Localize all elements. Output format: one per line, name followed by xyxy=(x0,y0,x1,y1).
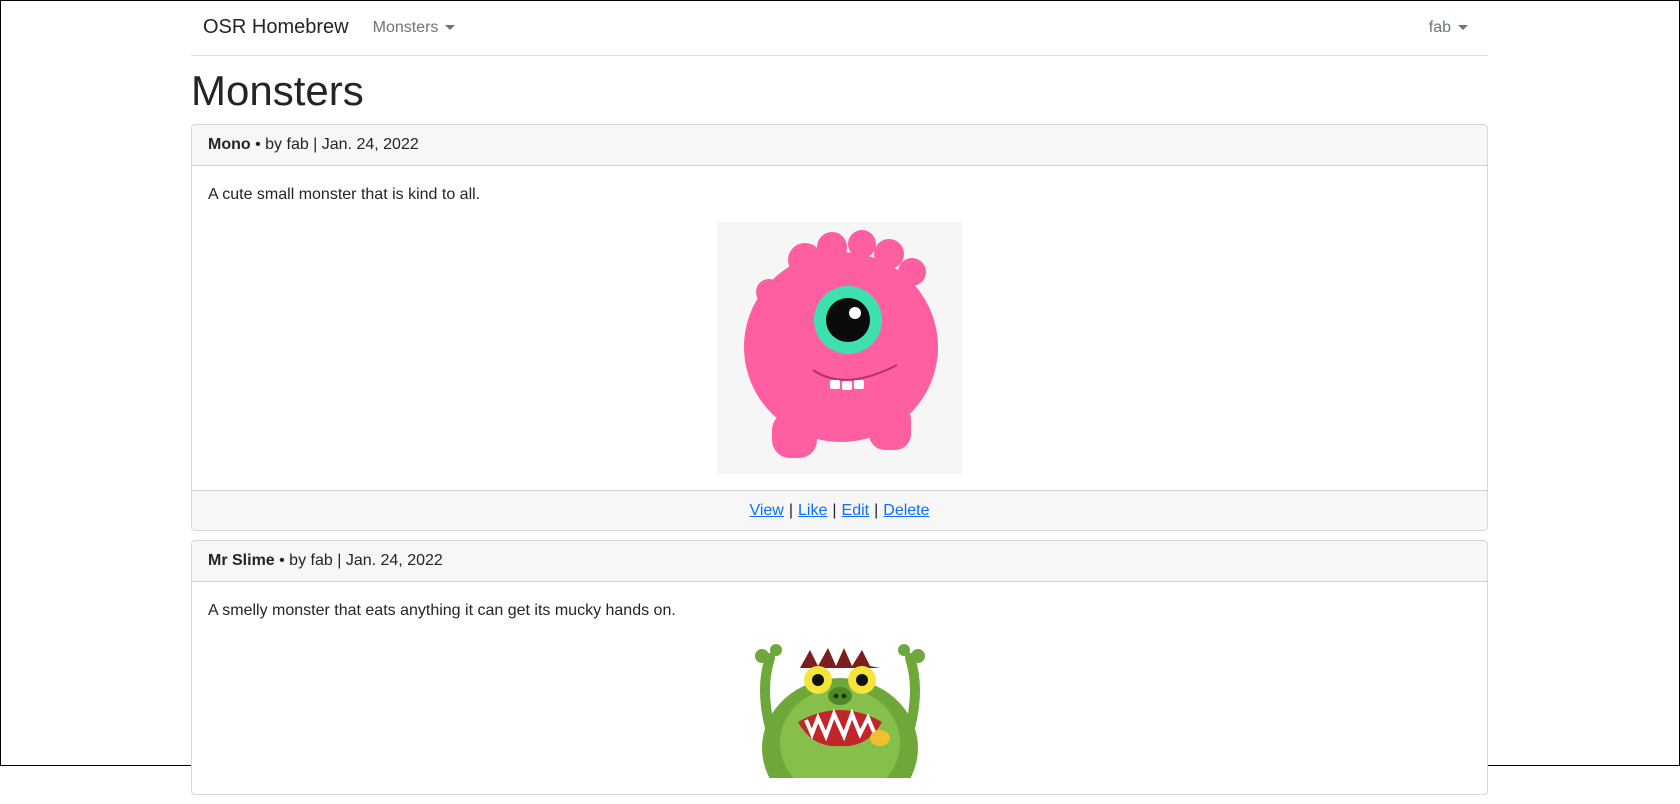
monster-meta: • by fab | Jan. 24, 2022 xyxy=(274,552,443,570)
card-footer: View | Like | Edit | Delete xyxy=(192,490,1487,531)
delete-link[interactable]: Delete xyxy=(883,502,929,520)
monster-description: A cute small monster that is kind to all… xyxy=(208,186,481,204)
like-link[interactable]: Like xyxy=(798,502,827,520)
monsters-menu-dropdown[interactable]: Monsters xyxy=(373,19,456,37)
top-navbar: OSR Homebrew Monsters fab xyxy=(191,0,1488,56)
green-slime-monster-icon xyxy=(754,644,925,779)
card-header: Mr Slime • by fab | Jan. 24, 2022 xyxy=(192,541,1487,583)
card-body: A cute small monster that is kind to all… xyxy=(192,166,1487,490)
page-title: Monsters xyxy=(191,67,364,114)
pink-one-eyed-monster-icon xyxy=(717,222,962,475)
edit-link[interactable]: Edit xyxy=(842,502,870,520)
monster-description: A smelly monster that eats anything it c… xyxy=(208,602,676,620)
chevron-down-icon xyxy=(1458,25,1468,30)
chevron-down-icon xyxy=(445,25,456,30)
card-body: A smelly monster that eats anything it c… xyxy=(192,582,1487,794)
card-header: Mono • by fab | Jan. 24, 2022 xyxy=(192,125,1487,167)
view-link[interactable]: View xyxy=(749,502,783,520)
separator: | xyxy=(788,501,794,519)
monster-card: Mr Slime • by fab | Jan. 24, 2022 A smel… xyxy=(191,540,1488,796)
monster-image-wrap xyxy=(208,638,1471,779)
page-container: OSR Homebrew Monsters fab Monsters Mono … xyxy=(191,0,1488,804)
monsters-menu-label: Monsters xyxy=(372,18,439,36)
monster-name: Mono xyxy=(208,136,251,154)
monster-card: Mono • by fab | Jan. 24, 2022 A cute sma… xyxy=(191,124,1488,532)
brand-link[interactable]: OSR Homebrew xyxy=(203,16,349,39)
user-menu-label: fab xyxy=(1428,18,1451,36)
separator: | xyxy=(832,501,837,519)
monster-name: Mr Slime xyxy=(208,552,275,570)
separator: | xyxy=(874,501,879,519)
monster-image-wrap xyxy=(208,222,1471,475)
monster-meta: • by fab | Jan. 24, 2022 xyxy=(250,136,419,154)
user-menu-dropdown[interactable]: fab xyxy=(1429,19,1468,37)
